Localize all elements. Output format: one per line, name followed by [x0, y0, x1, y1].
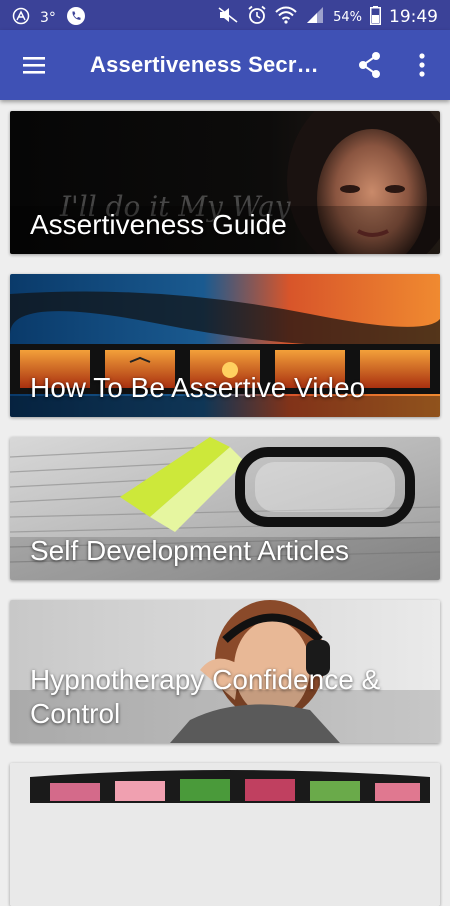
- app-bar: Assertiveness Secr…: [0, 30, 450, 100]
- card-assertiveness-guide[interactable]: I'll do it My Way Assertiveness Guide: [10, 111, 440, 254]
- battery-icon: [370, 5, 381, 29]
- clock-time: 19:49: [389, 7, 438, 27]
- card-hypnotherapy[interactable]: Hypnotherapy Confidence & Control: [10, 600, 440, 743]
- status-bar: 3° 54% 19:49: [0, 0, 450, 30]
- more-vert-icon: [419, 53, 425, 77]
- mute-icon: [217, 6, 239, 28]
- menu-button[interactable]: [16, 48, 52, 82]
- battery-percent: 54%: [333, 9, 362, 25]
- share-icon: [359, 52, 380, 78]
- wifi-icon: [275, 6, 297, 28]
- app-title: Assertiveness Secr…: [90, 52, 319, 77]
- card-self-development-articles[interactable]: Self Development Articles: [10, 437, 440, 580]
- phone-icon: [66, 6, 86, 30]
- card-label: Hypnotherapy Confidence & Control: [30, 664, 381, 729]
- card-assertive-video[interactable]: How To Be Assertive Video: [10, 274, 440, 417]
- card-label: How To Be Assertive Video: [30, 372, 366, 403]
- card-label: Assertiveness Guide: [30, 209, 287, 240]
- card-film-flowers[interactable]: [10, 763, 440, 906]
- hamburger-menu-icon: [23, 57, 45, 74]
- share-button[interactable]: [352, 48, 388, 82]
- card-label: Self Development Articles: [30, 535, 350, 566]
- app-notification-icon: [12, 7, 30, 29]
- more-options-button[interactable]: [410, 48, 434, 82]
- temperature-text: 3°: [40, 10, 56, 26]
- alarm-icon: [247, 5, 267, 29]
- signal-icon: [305, 6, 325, 28]
- film-flowers-image: [10, 763, 440, 906]
